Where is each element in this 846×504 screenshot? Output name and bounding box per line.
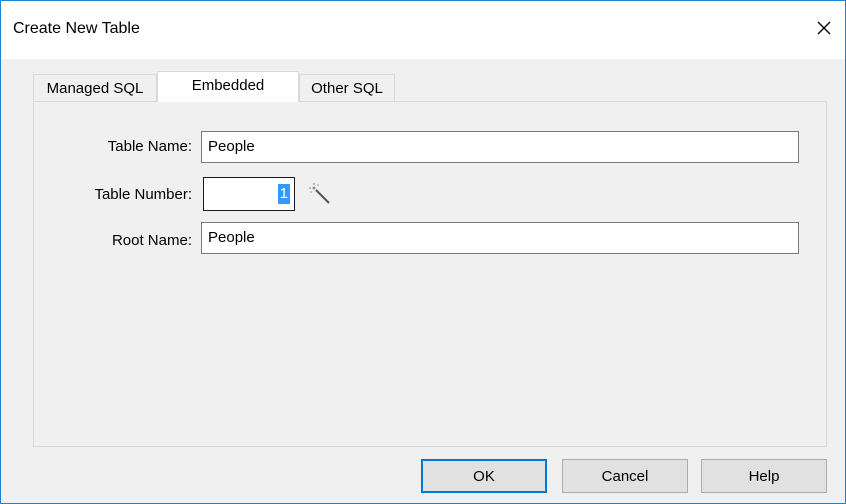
cancel-button[interactable]: Cancel bbox=[562, 459, 688, 493]
title-bar[interactable]: Create New Table bbox=[1, 1, 845, 59]
close-icon bbox=[817, 21, 831, 35]
table-number-label: Table Number: bbox=[94, 186, 192, 203]
root-name-input[interactable]: People bbox=[201, 222, 799, 254]
tab-panel-embedded: Table Name: People Table Number: 1 Root … bbox=[33, 101, 827, 447]
magic-wand-icon bbox=[309, 183, 330, 204]
tab-managed-sql[interactable]: Managed SQL bbox=[33, 74, 157, 101]
table-number-value: 1 bbox=[277, 184, 290, 204]
generate-number-button[interactable] bbox=[307, 181, 333, 207]
table-name-input[interactable]: People bbox=[201, 131, 799, 163]
close-button[interactable] bbox=[809, 13, 839, 43]
table-name-label: Table Name: bbox=[107, 138, 192, 155]
table-number-input[interactable]: 1 bbox=[203, 177, 295, 211]
ok-button[interactable]: OK bbox=[421, 459, 547, 493]
create-new-table-dialog: Create New Table Managed SQL Embedded Ot… bbox=[0, 0, 846, 504]
root-name-label: Root Name: bbox=[111, 232, 192, 249]
tab-embedded[interactable]: Embedded bbox=[157, 71, 299, 102]
help-button[interactable]: Help bbox=[701, 459, 827, 493]
dialog-title: Create New Table bbox=[13, 20, 140, 37]
tab-other-sql[interactable]: Other SQL bbox=[299, 74, 395, 101]
